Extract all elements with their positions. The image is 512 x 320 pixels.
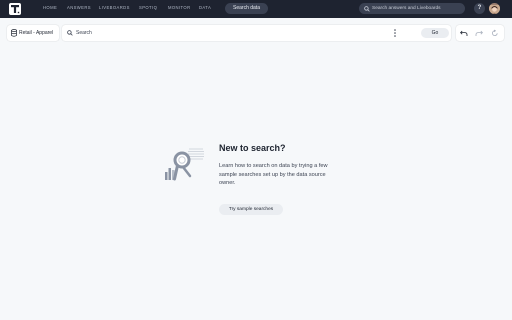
data-source-label: Retail - Apparel xyxy=(19,30,54,36)
data-source-selector[interactable]: Retail - Apparel xyxy=(7,25,59,41)
help-button[interactable]: ? xyxy=(474,3,485,14)
nav-monitor[interactable]: MONITOR xyxy=(168,5,191,10)
nav-data[interactable]: DATA xyxy=(199,5,211,10)
search-icon xyxy=(364,5,370,12)
empty-state-title: New to search? xyxy=(219,143,286,153)
go-button[interactable]: Go xyxy=(421,28,449,38)
undo-icon[interactable] xyxy=(460,29,468,37)
global-search-placeholder: Search answers and Liveboards xyxy=(372,6,441,11)
avatar-image-icon xyxy=(489,5,500,14)
try-sample-searches-button[interactable]: Try sample searches xyxy=(219,204,283,215)
redo-icon[interactable] xyxy=(475,29,483,37)
nav-spotiq[interactable]: SPOTIQ xyxy=(139,5,157,10)
global-search-input[interactable]: Search answers and Liveboards xyxy=(359,3,465,14)
more-options-icon[interactable] xyxy=(393,29,397,37)
history-actions xyxy=(456,25,504,41)
nav-liveboards[interactable]: LIVEBOARDS xyxy=(99,5,130,10)
nav-answers[interactable]: ANSWERS xyxy=(67,5,91,10)
search-data-button[interactable]: Search data xyxy=(225,3,268,14)
user-avatar[interactable] xyxy=(489,3,500,14)
search-icon xyxy=(67,30,73,36)
search-placeholder: Search xyxy=(76,30,92,36)
empty-state-description: Learn how to search on data by trying a … xyxy=(219,163,328,187)
search-illustration-icon xyxy=(165,148,204,181)
reset-icon[interactable] xyxy=(491,29,499,37)
nav-home[interactable]: HOME xyxy=(43,5,57,10)
database-icon xyxy=(11,29,17,37)
thoughtspot-logo-icon[interactable] xyxy=(9,3,21,15)
top-navigation-bar: HOME ANSWERS LIVEBOARDS SPOTIQ MONITOR D… xyxy=(0,0,512,18)
